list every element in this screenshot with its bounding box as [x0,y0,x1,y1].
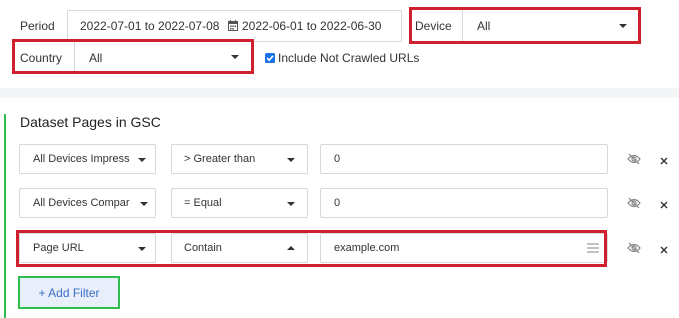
dataset-title: Dataset Pages in GSC [20,114,161,130]
device-highlight [409,7,641,44]
filter-value-input[interactable]: 0 [320,188,608,218]
close-icon[interactable] [660,154,668,168]
period-date-range[interactable]: 2022-07-01 to 2022-07-08 2022-06-01 to 2… [67,10,402,42]
date-range-1: 2022-07-01 to 2022-07-08 [80,19,220,33]
close-icon[interactable] [660,198,668,212]
include-not-crawled-label: Include Not Crawled URLs [278,51,420,65]
filter-operator-select[interactable]: > Greater than [171,144,308,174]
filter-field-select[interactable]: All Devices Impress [19,144,156,174]
row-highlight [16,230,607,267]
dataset-accent-bar [4,114,6,318]
include-not-crawled-checkbox[interactable] [265,52,275,66]
period-label: Period [20,19,55,33]
eye-slash-icon[interactable] [627,242,641,257]
filter-value-input[interactable]: 0 [320,144,608,174]
add-filter-highlight [18,276,120,309]
filter-value-text: 0 [334,197,341,209]
filter-field-select[interactable]: All Devices Compar [19,188,156,218]
date-range-2: 2022-06-01 to 2022-06-30 [242,19,382,33]
filter-field-value: All Devices Compar [33,197,130,209]
country-highlight [12,39,254,74]
filter-operator-select[interactable]: = Equal [171,188,308,218]
eye-slash-icon[interactable] [627,153,641,168]
calendar-icon[interactable] [228,20,238,34]
filter-operator-value: > Greater than [184,153,256,165]
chevron-down-icon [140,202,148,206]
chevron-down-icon [138,158,146,162]
close-icon[interactable] [660,243,668,257]
filter-value-text: 0 [334,153,341,165]
chevron-down-icon [287,158,295,162]
filter-operator-value: = Equal [184,197,222,209]
eye-slash-icon[interactable] [627,197,641,212]
filter-field-value: All Devices Impress [33,153,130,165]
chevron-down-icon [287,202,295,206]
